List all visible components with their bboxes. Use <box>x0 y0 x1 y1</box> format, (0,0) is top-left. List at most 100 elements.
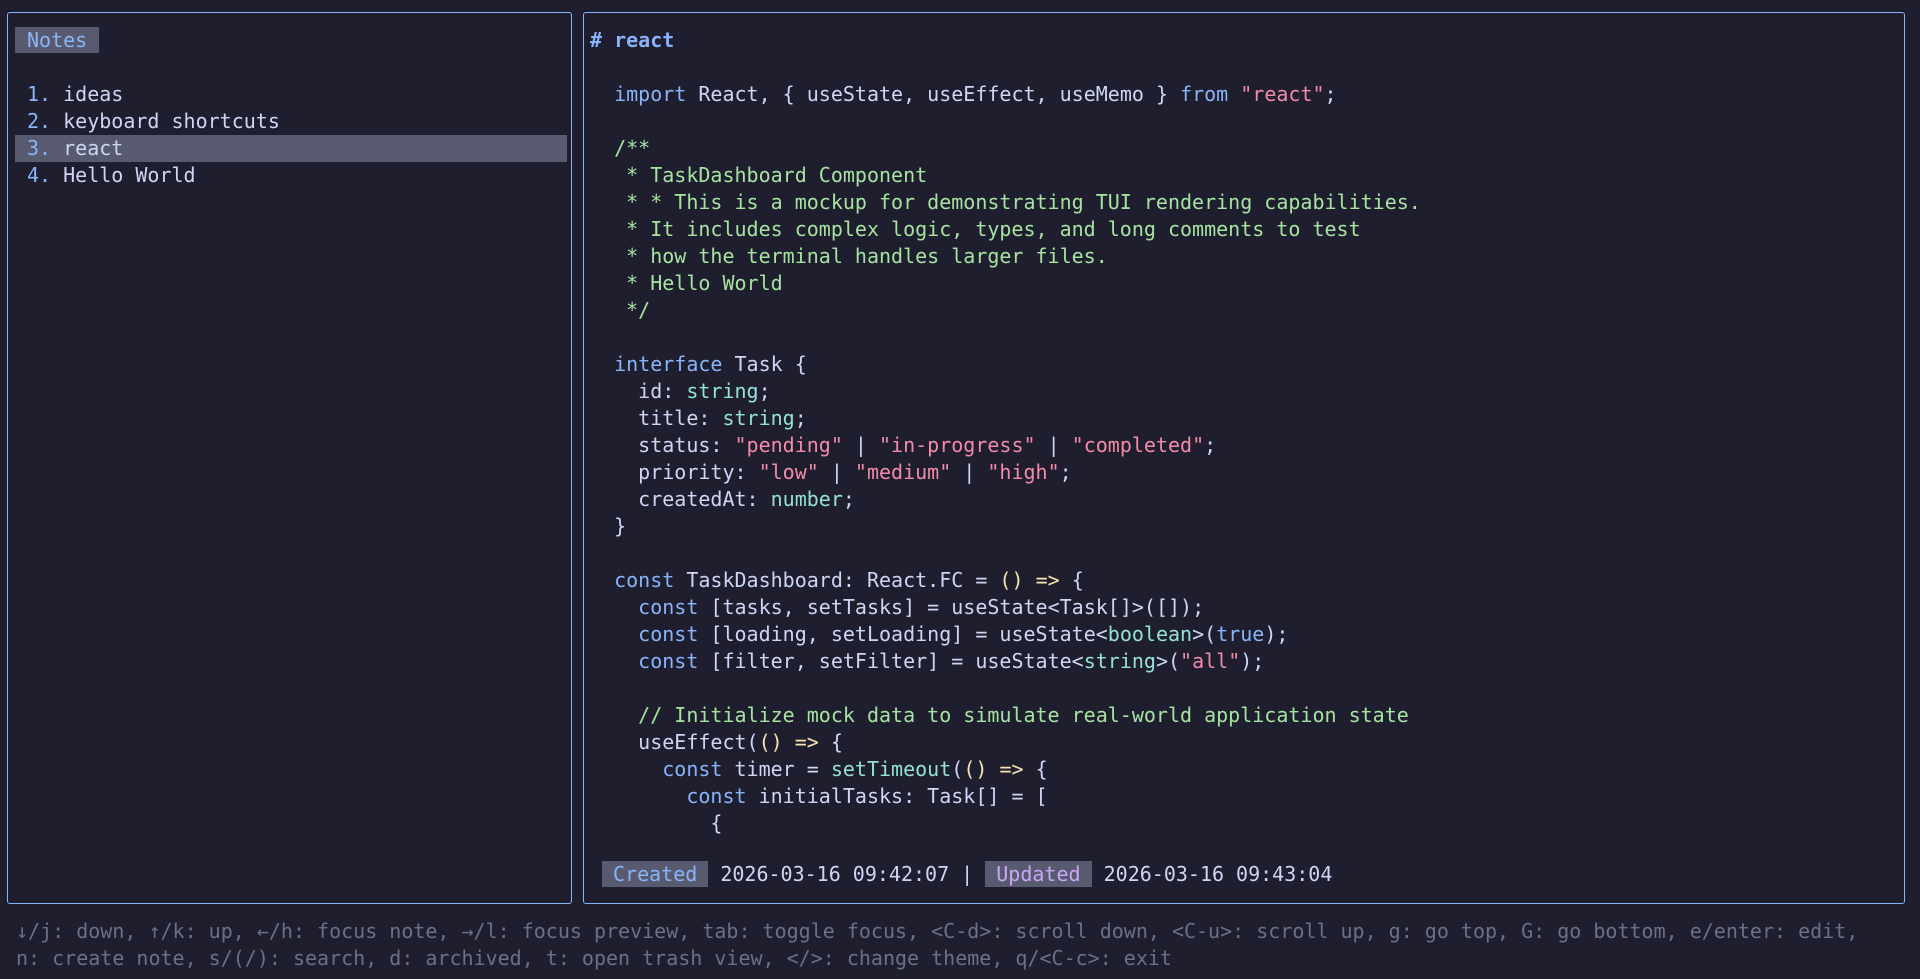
note-list-item[interactable]: 1. ideas <box>15 81 567 108</box>
code-token: "all" <box>1180 649 1241 673</box>
note-list-item[interactable]: 2. keyboard shortcuts <box>15 108 567 135</box>
note-list-item[interactable]: 4. Hello World <box>15 162 567 189</box>
code-token: "in-progress" <box>879 433 1036 457</box>
code-token: { <box>818 730 843 754</box>
code-token: () <box>963 757 988 781</box>
code-token: TaskDashboard: React.FC = <box>674 568 1000 592</box>
code-line: } <box>590 514 626 538</box>
code-token: | <box>842 433 879 457</box>
code-line: import React, { useState, useEffect, use… <box>590 82 1337 106</box>
code-token: ; <box>1059 460 1072 484</box>
code-line: interface Task { <box>590 352 807 376</box>
note-index: 4. <box>27 163 52 187</box>
code-token: "completed" <box>1071 433 1205 457</box>
note-index: 1. <box>27 82 52 106</box>
code-token: { <box>1023 757 1048 781</box>
preview-pane[interactable]: # react import React, { useState, useEff… <box>583 12 1905 904</box>
code-token: => <box>794 730 819 754</box>
code-token: ; <box>1324 82 1337 106</box>
note-title: ideas <box>63 82 124 106</box>
created-timestamp: 2026-03-16 09:42:07 <box>720 862 950 886</box>
code-token: ); <box>1240 649 1265 673</box>
code-token: ; <box>794 406 807 430</box>
code-token: string <box>1083 649 1156 673</box>
code-token: setTimeout <box>830 757 952 781</box>
code-token: "medium" <box>854 460 952 484</box>
note-metadata: Created 2026-03-16 09:42:07 | Updated 20… <box>602 861 1332 888</box>
code-line: const initialTasks: Task[] = [ <box>590 784 1048 808</box>
code-token: const <box>638 595 699 619</box>
code-token: } <box>590 514 627 538</box>
code-token: id: <box>590 379 687 403</box>
code-line: title: string; <box>590 406 807 430</box>
notes-list: 1. ideas 2. keyboard shortcuts 3. react 4. … <box>15 81 567 189</box>
code-token: import <box>614 82 687 106</box>
code-token: "high" <box>987 460 1060 484</box>
notes-pane-title: Notes <box>15 27 100 53</box>
code-token: ); <box>1264 622 1289 646</box>
code-line: const TaskDashboard: React.FC = () => { <box>590 568 1084 592</box>
code-line: /** <box>590 136 650 160</box>
code-token: // Initialize mock data to simulate real… <box>590 703 1409 727</box>
code-token: * * This is a mockup for demonstrating T… <box>590 190 1421 214</box>
code-token: "pending" <box>734 433 843 457</box>
code-token: status: <box>590 433 735 457</box>
code-token: interface <box>614 352 723 376</box>
metadata-separator: | <box>961 862 974 886</box>
code-token: /** <box>590 136 651 160</box>
code-token: { <box>1059 568 1084 592</box>
code-token: () <box>999 568 1024 592</box>
code-token: Task { <box>722 352 807 376</box>
code-token: () <box>758 730 783 754</box>
code-line: useEffect(() => { <box>590 730 843 754</box>
notes-pane: Notes 1. ideas 2. keyboard shortcuts 3. re… <box>7 12 572 904</box>
note-title: react <box>63 136 124 160</box>
code-line: const [tasks, setTasks] = useState<Task[… <box>590 595 1204 619</box>
code-token: >( <box>1192 622 1217 646</box>
code-token: string <box>686 379 759 403</box>
code-token: React, { useState, useEffect, useMemo } <box>686 82 1181 106</box>
code-token: ; <box>1204 433 1217 457</box>
code-line: createdAt: number; <box>590 487 855 511</box>
code-line: * It includes complex logic, types, and … <box>590 217 1361 241</box>
code-token: title: <box>590 406 723 430</box>
code-line: id: string; <box>590 379 771 403</box>
help-line-2: n: create note, s/(/): search, d: archiv… <box>16 946 1172 970</box>
code-token: number <box>770 487 843 511</box>
code-line: * TaskDashboard Component <box>590 163 927 187</box>
code-token: timer = <box>722 757 831 781</box>
code-token: ( <box>951 757 964 781</box>
code-token: => <box>999 757 1024 781</box>
note-list-item[interactable]: 3. react <box>15 135 567 162</box>
code-token: string <box>722 406 795 430</box>
code-token: priority: <box>590 460 759 484</box>
code-token: [filter, setFilter] = useState< <box>698 649 1084 673</box>
pane-resize-handle[interactable] <box>955 0 965 4</box>
code-token: createdAt: <box>590 487 771 511</box>
code-line: * Hello World <box>590 271 783 295</box>
code-token: ; <box>758 379 771 403</box>
note-heading: # react <box>590 28 675 52</box>
note-title: Hello World <box>63 163 196 187</box>
code-line: * * This is a mockup for demonstrating T… <box>590 190 1421 214</box>
code-token: * Hello World <box>590 271 783 295</box>
code-token: initialTasks: Task[] = [ <box>746 784 1048 808</box>
code-token: ; <box>842 487 855 511</box>
code-token: */ <box>590 298 651 322</box>
code-token: >( <box>1155 649 1181 673</box>
created-badge: Created <box>602 861 709 887</box>
updated-timestamp: 2026-03-16 09:43:04 <box>1103 862 1333 886</box>
note-index: 2. <box>27 109 52 133</box>
code-token: | <box>951 460 988 484</box>
note-preview-content: # react import React, { useState, useEff… <box>590 27 1894 837</box>
code-line: const [filter, setFilter] = useState<str… <box>590 649 1264 673</box>
code-token: [loading, setLoading] = useState< <box>698 622 1108 646</box>
updated-badge: Updated <box>985 861 1092 887</box>
keybinding-help: ↓/j: down, ↑/k: up, ←/h: focus note, →/l… <box>16 918 1906 972</box>
